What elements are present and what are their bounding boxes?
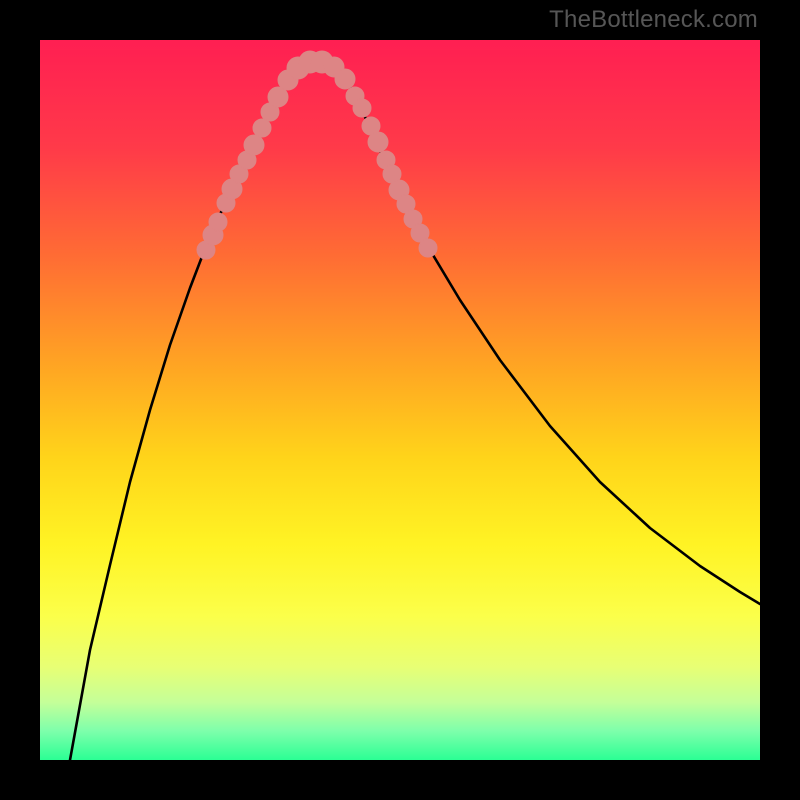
data-marker <box>368 132 388 152</box>
data-marker <box>335 69 355 89</box>
data-marker <box>253 119 271 137</box>
curve-path <box>70 61 760 760</box>
bottleneck-curve <box>40 40 760 760</box>
data-marker <box>209 213 227 231</box>
plot-area <box>40 40 760 760</box>
curve-markers <box>197 51 437 259</box>
data-marker <box>244 135 264 155</box>
data-marker <box>353 99 371 117</box>
data-marker <box>419 239 437 257</box>
watermark-text: TheBottleneck.com <box>549 6 758 34</box>
chart-frame: TheBottleneck.com <box>0 0 800 800</box>
